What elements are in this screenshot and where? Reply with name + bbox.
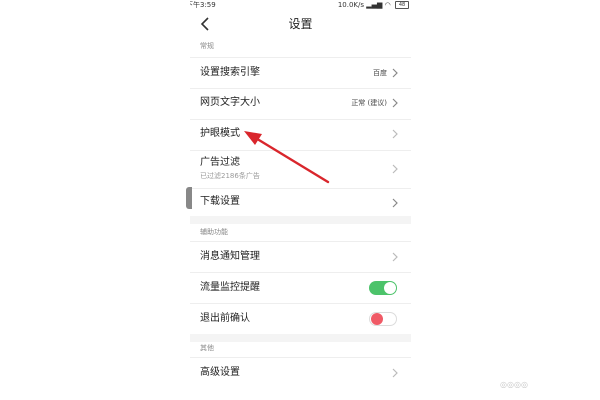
watermark: ◎◎◎◎ [500,380,528,389]
screenshot-stage: 下午3:59 10.0K/s ▂▄▆ ◠ 48 设置 常规 设置搜索引擎 百度 … [0,0,600,400]
watermark-logo-icon: ◎◎◎◎ [500,380,528,389]
annotation-arrow-icon [244,131,330,184]
